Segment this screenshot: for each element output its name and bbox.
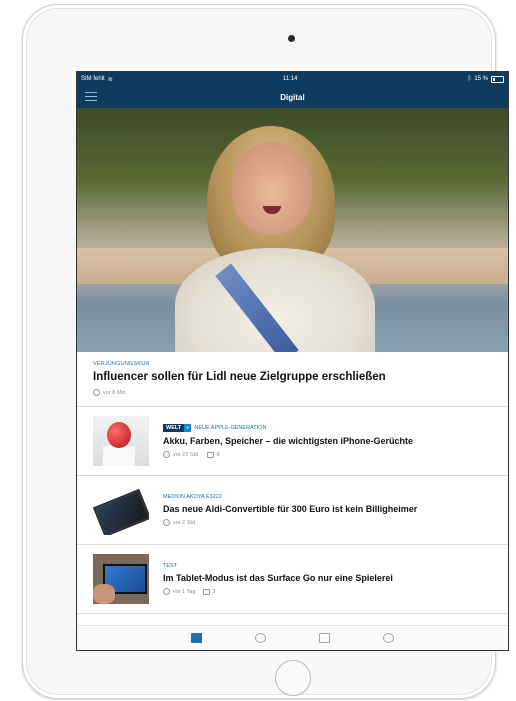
article-kicker-row: WELT + NEUE APPLE-GENERATION bbox=[163, 424, 492, 432]
clock-icon bbox=[93, 389, 100, 396]
newspaper-icon bbox=[191, 633, 202, 643]
carrier-label: SIM fehlt bbox=[81, 76, 105, 82]
bluetooth-icon: ᛒ bbox=[467, 76, 472, 82]
article-title[interactable]: Das neue Aldi-Convertible für 300 Euro i… bbox=[163, 504, 492, 514]
comment-count: 6 bbox=[216, 451, 220, 458]
welt-plus-badge: + bbox=[184, 424, 192, 432]
battery-icon bbox=[491, 75, 504, 83]
article-text: WELT + NEUE APPLE-GENERATION Akku, Farbe… bbox=[163, 424, 492, 458]
wifi-icon: ≋ bbox=[107, 76, 113, 83]
tab-recent[interactable] bbox=[247, 633, 275, 643]
feature-title[interactable]: Influencer sollen für Lidl neue Zielgrup… bbox=[93, 371, 492, 383]
feature-kicker: VERJÜNGUNGSKUR bbox=[93, 361, 150, 367]
comment-icon bbox=[206, 451, 214, 458]
tab-profile[interactable] bbox=[375, 633, 403, 643]
article-kicker: TEST bbox=[163, 563, 178, 569]
article-text: TEST Im Tablet-Modus ist das Surface Go … bbox=[163, 563, 492, 595]
tab-news[interactable] bbox=[183, 633, 211, 643]
hero-face bbox=[232, 142, 312, 234]
article-kicker-row: TEST bbox=[163, 563, 492, 569]
article-thumbnail-apple bbox=[93, 416, 149, 466]
person-icon bbox=[383, 633, 394, 643]
status-right: ᛒ 15 % bbox=[467, 75, 504, 83]
comment-count: 3 bbox=[212, 588, 216, 595]
battery-label: 15 % bbox=[474, 76, 488, 82]
tab-bar bbox=[77, 625, 508, 650]
article-time: vor 1 Tag bbox=[173, 588, 196, 595]
welt-badge: WELT bbox=[163, 424, 185, 432]
article-meta: vor 2 Std. bbox=[163, 519, 492, 526]
page-title: Digital bbox=[280, 92, 305, 102]
app-screen: SIM fehlt ≋ 11:14 ᛒ 15 % Digital VERJÜNG… bbox=[76, 71, 509, 651]
article-meta: vor 22 Std. 6 bbox=[163, 451, 492, 458]
status-time: 11:14 bbox=[282, 76, 298, 82]
tab-video[interactable] bbox=[311, 633, 339, 643]
article-title[interactable]: Im Tablet-Modus ist das Surface Go nur e… bbox=[163, 573, 492, 583]
clock-icon bbox=[163, 588, 170, 595]
article-kicker: NEUE APPLE-GENERATION bbox=[194, 425, 267, 431]
article-thumbnail-convertible bbox=[93, 485, 149, 535]
ipad-frame: SIM fehlt ≋ 11:14 ᛒ 15 % Digital VERJÜNG… bbox=[22, 4, 509, 699]
camera-icon bbox=[288, 35, 295, 42]
article-thumbnail-surface bbox=[93, 554, 149, 604]
comment-icon bbox=[202, 588, 210, 595]
home-button[interactable] bbox=[275, 660, 311, 696]
list-item[interactable]: TEST Im Tablet-Modus ist das Surface Go … bbox=[77, 545, 508, 614]
article-time: vor 22 Std. bbox=[173, 451, 200, 458]
status-bar: SIM fehlt ≋ 11:14 ᛒ 15 % bbox=[77, 72, 508, 86]
hamburger-list-icon[interactable] bbox=[85, 92, 97, 102]
clock-icon bbox=[255, 633, 266, 643]
list-item[interactable]: WELT + NEUE APPLE-GENERATION Akku, Farbe… bbox=[77, 407, 508, 476]
feature-article[interactable]: VERJÜNGUNGSKUR Influencer sollen für Lid… bbox=[77, 352, 508, 407]
article-kicker: MEDION AKOYA E3222 bbox=[163, 494, 222, 500]
list-item[interactable]: MEDION AKOYA E3222 Das neue Aldi-Convert… bbox=[77, 476, 508, 545]
feature-meta: vor 8 Min. bbox=[93, 389, 492, 396]
article-text: MEDION AKOYA E3222 Das neue Aldi-Convert… bbox=[163, 494, 492, 526]
article-title[interactable]: Akku, Farben, Speicher – die wichtigsten… bbox=[163, 436, 492, 446]
nav-bar: Digital bbox=[77, 86, 508, 108]
tv-icon bbox=[319, 633, 330, 643]
clock-icon bbox=[163, 519, 170, 526]
hero-image[interactable] bbox=[77, 108, 508, 352]
article-meta: vor 1 Tag 3 bbox=[163, 588, 492, 595]
clock-icon bbox=[163, 451, 170, 458]
article-time: vor 2 Std. bbox=[173, 519, 197, 526]
status-left: SIM fehlt ≋ bbox=[81, 76, 113, 83]
feature-time: vor 8 Min. bbox=[103, 389, 128, 396]
article-kicker-row: MEDION AKOYA E3222 bbox=[163, 494, 492, 500]
